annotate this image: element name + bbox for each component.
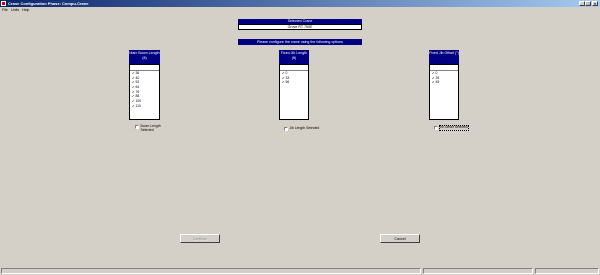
window-titlebar[interactable]: Crane Configuration Phase: Compu-Crane _… [0, 0, 600, 7]
checkbox-box[interactable] [284, 127, 288, 131]
check-icon: ✔ [132, 71, 135, 75]
close-button[interactable]: × [592, 1, 598, 6]
check-icon: ✔ [432, 80, 435, 85]
fixed-jib-header: Fixed Jib Length (ft) [279, 50, 309, 64]
continue-button[interactable]: Continue [180, 234, 220, 243]
checkbox-label: Jib Length Selected [289, 126, 320, 130]
list-item[interactable]: ✔56 [280, 80, 308, 85]
status-pane-main [1, 268, 421, 274]
check-icon: ✔ [132, 99, 135, 104]
check-icon: ✔ [132, 75, 135, 80]
check-icon: ✔ [132, 89, 135, 94]
maximize-button[interactable]: □ [585, 1, 591, 6]
status-pane-tertiary [535, 268, 599, 274]
menu-bar: File Units Help [0, 7, 600, 13]
menu-units[interactable]: Units [11, 7, 19, 13]
status-pane-secondary [423, 268, 533, 274]
check-icon: ✔ [132, 103, 135, 108]
check-icon: ✔ [132, 94, 135, 99]
main-boom-list[interactable]: ✔36 ✔40 ✔52 ✔64 ✔76 ✔88 ✔100 ✔110 [129, 64, 160, 120]
checkbox-label: Jib Offset Selected [438, 125, 469, 131]
status-bar [0, 267, 600, 275]
check-icon: ✔ [282, 80, 285, 85]
fixed-jib-offset-list[interactable]: ✔0 ✔25 ✔45 [429, 64, 459, 120]
check-icon: ✔ [132, 85, 135, 90]
check-icon: ✔ [432, 71, 435, 75]
checkbox-box[interactable] [434, 126, 438, 130]
check-icon: ✔ [282, 71, 285, 75]
boom-length-selected-checkbox[interactable]: Boom Length Selected [135, 124, 167, 132]
menu-file[interactable]: File [2, 7, 8, 13]
checkbox-label: Boom Length Selected [140, 124, 161, 132]
fixed-jib-offset-header: Fixed Jib Offset (°) [429, 50, 459, 64]
cancel-button[interactable]: Cancel [380, 234, 420, 243]
menu-help[interactable]: Help [22, 7, 29, 13]
check-icon: ✔ [282, 75, 285, 80]
check-icon: ✔ [132, 80, 135, 85]
checkbox-box[interactable] [135, 125, 139, 129]
list-item[interactable]: ✔110 [130, 104, 159, 109]
jib-length-selected-checkbox[interactable]: Jib Length Selected [284, 126, 320, 131]
fixed-jib-list[interactable]: ✔0 ✔33 ✔56 [279, 64, 309, 120]
selected-crane-value: Grove RT 750E [238, 24, 362, 30]
instruction-banner: Please configure the crane using the fol… [238, 39, 362, 45]
window-title: Crane Configuration Phase: Compu-Crane [8, 1, 89, 6]
main-boom-header: Main Boom Length (ft) [129, 50, 160, 64]
app-icon [1, 1, 6, 6]
check-icon: ✔ [432, 75, 435, 80]
list-item[interactable]: ✔45 [430, 80, 458, 85]
jib-offset-selected-checkbox[interactable]: Jib Offset Selected [434, 125, 469, 131]
